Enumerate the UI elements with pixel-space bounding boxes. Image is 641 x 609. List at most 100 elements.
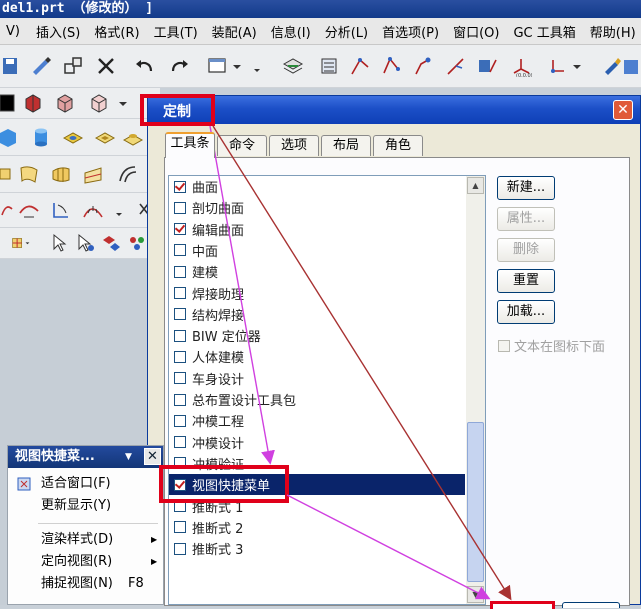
select-body-icon[interactable] — [98, 230, 124, 256]
menu-format[interactable]: 格式(R) — [88, 22, 147, 41]
undo-icon[interactable] — [132, 53, 158, 79]
reset-button[interactable]: 重置 — [497, 269, 555, 293]
toolbar-checkbox[interactable] — [174, 457, 186, 470]
new-button[interactable]: 新建... — [497, 176, 555, 200]
toolbar-list-item[interactable]: 焊接助理 — [169, 283, 465, 304]
save-view-icon[interactable] — [475, 53, 501, 79]
scrollbar[interactable]: ▲ ▼ — [466, 176, 485, 604]
toolbar-checkbox[interactable] — [174, 308, 186, 321]
view-icon[interactable] — [622, 53, 641, 79]
menu-assembly[interactable]: 装配(A) — [206, 22, 265, 41]
menu-analysis[interactable]: 分析(L) — [319, 22, 376, 41]
snap-point-icon[interactable] — [4, 230, 38, 256]
menu-item-refresh[interactable]: 更新显示(Y) — [8, 495, 163, 517]
toolbar-list-item[interactable]: 冲模验证 — [169, 453, 465, 474]
cylinder-icon[interactable] — [28, 124, 54, 150]
tab-toolbars[interactable]: 工具条 — [165, 132, 215, 158]
load-button[interactable]: 加载... — [497, 300, 555, 324]
chevron-down-icon[interactable] — [116, 90, 130, 116]
toolbar-list-item[interactable]: 总布置设计工具包 — [169, 389, 465, 410]
menu-item-snap-view[interactable]: 捕捉视图(N) F8 — [8, 573, 163, 595]
save-icon[interactable] — [0, 53, 26, 79]
solid-shaded-icon[interactable] — [20, 90, 46, 116]
wcs-dynamic-icon[interactable] — [545, 53, 571, 79]
datum-axis-icon[interactable] — [442, 53, 468, 79]
toolbar-checkbox[interactable] — [174, 223, 186, 236]
arc-icon[interactable] — [0, 197, 14, 223]
toolbar-checkbox[interactable] — [174, 265, 186, 278]
toolbar-list-item[interactable]: BIW 定位器 — [169, 325, 465, 346]
chevron-down-icon[interactable] — [570, 53, 584, 79]
tab-commands[interactable]: 命令 — [217, 135, 267, 156]
chevron-down-icon[interactable] — [112, 197, 126, 223]
wcs-origin-icon[interactable]: (0,0,0) — [508, 53, 534, 79]
toolbar-checkbox[interactable] — [174, 436, 186, 449]
tab-roles[interactable]: 角色 — [373, 135, 423, 156]
toolbar-list-item[interactable]: 编辑曲面 — [169, 219, 465, 240]
toolbar-list-item[interactable]: 推断式 2 — [169, 517, 465, 538]
toolbar-checkbox[interactable] — [174, 478, 186, 491]
menu-help[interactable]: 帮助(H) — [584, 22, 641, 41]
pocket-icon[interactable] — [92, 124, 118, 150]
toolbar-checkbox[interactable] — [174, 201, 186, 214]
toolbar-list-item[interactable]: 冲模设计 — [169, 432, 465, 453]
toolbar-checkbox[interactable] — [174, 414, 186, 427]
layer-icon[interactable] — [280, 53, 306, 79]
close-icon[interactable]: ✕ — [144, 448, 161, 465]
toolbar-list-item[interactable]: 剖切曲面 — [169, 197, 465, 218]
swept-icon[interactable] — [80, 161, 106, 187]
toolbar-list-item[interactable]: 推断式 1 — [169, 496, 465, 517]
toolbar-list-item[interactable]: 冲模工程 — [169, 410, 465, 431]
chevron-down-icon[interactable] — [250, 53, 264, 79]
toolbar-list-item[interactable]: 结构焊接 — [169, 304, 465, 325]
color-swatch-icon[interactable] — [0, 90, 16, 116]
select-face-icon[interactable] — [72, 230, 98, 256]
paint-brush-icon[interactable] — [598, 53, 624, 79]
menu-gc-toolbox[interactable]: GC 工具箱 — [507, 22, 583, 41]
dialog-title-bar[interactable]: 定制 ✕ — [148, 96, 640, 124]
ruled-icon[interactable] — [115, 161, 141, 187]
toolbar-checkbox[interactable] — [174, 542, 186, 555]
toolbar-checkbox[interactable] — [174, 287, 186, 299]
through-curves-icon[interactable] — [16, 161, 42, 187]
toolbar-list-item[interactable]: 车身设计 — [169, 368, 465, 389]
toolbar-checkbox[interactable] — [174, 329, 186, 342]
close-icon[interactable]: ✕ — [613, 100, 633, 120]
toolbar-list-item[interactable]: 推断式 3 — [169, 538, 465, 559]
menu-information[interactable]: 信息(I) — [265, 22, 319, 41]
edit-object-icon[interactable] — [28, 53, 54, 79]
selection-filter-icon[interactable] — [205, 53, 231, 79]
sketch-point-icon[interactable] — [347, 53, 373, 79]
point-icon[interactable] — [410, 53, 436, 79]
chevron-down-icon[interactable]: ▼ — [125, 446, 132, 468]
scroll-down-button[interactable]: ▼ — [467, 586, 484, 603]
tab-layout[interactable]: 布局 — [321, 135, 371, 156]
law-curve-icon[interactable] — [80, 197, 106, 223]
hole-icon[interactable] — [60, 124, 86, 150]
ok-button[interactable] — [490, 601, 555, 609]
toolbar-checkbox[interactable] — [174, 372, 186, 385]
shaded-edges-icon[interactable] — [52, 90, 78, 116]
select-arrow-icon[interactable] — [46, 230, 72, 256]
menu-window[interactable]: 窗口(O) — [447, 22, 507, 41]
quick-menu-title-bar[interactable]: 视图快捷菜... ▼ ✕ — [8, 446, 163, 468]
redo-icon[interactable] — [166, 53, 192, 79]
through-mesh-icon[interactable] — [48, 161, 74, 187]
menu-tools[interactable]: 工具(T) — [148, 22, 206, 41]
toolbar-checkbox[interactable] — [174, 244, 186, 257]
datum-icon[interactable] — [316, 53, 342, 79]
move-object-icon[interactable] — [60, 53, 86, 79]
tab-options[interactable]: 选项 — [269, 135, 319, 156]
toolbar-list-item[interactable]: 建模 — [169, 261, 465, 282]
toolbar-checkbox[interactable] — [174, 350, 186, 363]
menu-item-orient-view[interactable]: 定向视图(R) ▶ — [8, 551, 163, 573]
block-icon[interactable] — [0, 124, 18, 150]
delete-icon[interactable] — [93, 53, 119, 79]
toolbar-list-item[interactable]: 曲面 — [169, 176, 465, 197]
toolbar-list-item[interactable]: 人体建模 — [169, 346, 465, 367]
menu-insert[interactable]: 插入(S) — [30, 22, 88, 41]
toolbar-list-item[interactable]: 视图快捷菜单 — [169, 474, 465, 496]
sketch-curve-icon[interactable] — [378, 53, 404, 79]
menu-item-render-style[interactable]: 渲染样式(D) ▶ — [8, 529, 163, 551]
toolbar-checkbox[interactable] — [174, 521, 186, 534]
